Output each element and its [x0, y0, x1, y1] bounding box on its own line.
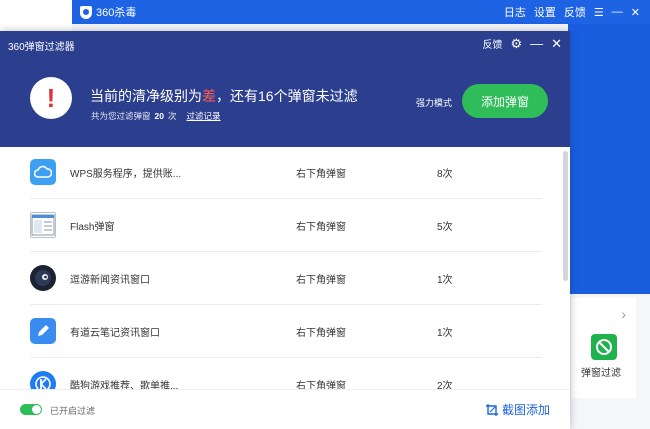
- status-headline: 当前的清净级别为差，还有16个弹窗未过滤: [90, 86, 358, 106]
- summary-count: 20: [154, 111, 164, 121]
- popup-count: 1次: [437, 275, 453, 286]
- menu-settings[interactable]: 设置: [534, 4, 556, 20]
- crop-icon: [486, 403, 498, 416]
- popup-list: WPS服务程序，提供账... 右下角弹窗 8次 Flash弹窗 右下角弹窗 5次…: [0, 147, 570, 389]
- list-item[interactable]: 有道云笔记资讯窗口 右下角弹窗 1次: [30, 306, 542, 358]
- summary-unit: 次: [167, 111, 177, 121]
- kugou-icon: [30, 371, 56, 389]
- popup-name: Flash弹窗: [70, 222, 115, 233]
- add-popup-button[interactable]: 添加弹窗: [462, 84, 548, 118]
- background-blue-panel: [568, 24, 650, 294]
- filter-toggle[interactable]: [20, 404, 42, 415]
- youdao-note-icon: [30, 318, 56, 344]
- popup-type: 右下角弹窗: [296, 222, 346, 233]
- list-item[interactable]: WPS服务程序，提供账... 右下角弹窗 8次: [30, 147, 542, 199]
- strong-mode-label[interactable]: 强力模式: [416, 96, 452, 109]
- background-app-title: 360杀毒: [80, 4, 136, 20]
- background-app-title-text: 360杀毒: [96, 7, 137, 19]
- dialog-feedback-link[interactable]: 反馈: [482, 36, 502, 51]
- headline-prefix: 当前的清净级别为: [90, 88, 202, 104]
- filter-toggle-label: 已开启过滤: [50, 406, 96, 416]
- hamburger-menu-icon[interactable]: ☰: [594, 6, 604, 19]
- chevron-right-icon[interactable]: ›: [621, 306, 626, 322]
- screenshot-add-button[interactable]: 截图添加: [486, 401, 550, 418]
- minimize-icon[interactable]: —: [530, 37, 543, 50]
- popup-filter-tool-icon[interactable]: [591, 334, 617, 360]
- summary-prefix: 共为您过滤弹窗: [91, 111, 151, 121]
- flash-window-icon: [30, 212, 56, 238]
- popup-count: 5次: [437, 222, 453, 233]
- popup-name: WPS服务程序，提供账...: [70, 169, 182, 180]
- dialog-title: 360弹窗过滤器: [8, 42, 75, 53]
- popup-type: 右下角弹窗: [296, 328, 346, 339]
- list-item[interactable]: Flash弹窗 右下角弹窗 5次: [30, 200, 542, 252]
- clean-level-value: 差: [202, 88, 216, 104]
- popup-type: 右下角弹窗: [296, 381, 346, 389]
- douyou-icon: [30, 265, 56, 291]
- minimize-icon[interactable]: —: [612, 6, 623, 18]
- popup-type: 右下角弹窗: [296, 275, 346, 286]
- gear-icon[interactable]: ⚙: [510, 37, 522, 50]
- close-icon[interactable]: ✕: [551, 37, 562, 50]
- headline-suffix: ，还有16个弹窗未过滤: [216, 88, 358, 104]
- exclamation-icon: !: [46, 83, 56, 113]
- popup-name: 有道云笔记资讯窗口: [70, 328, 160, 339]
- menu-feedback[interactable]: 反馈: [564, 4, 586, 20]
- popup-count: 1次: [437, 328, 453, 339]
- filter-summary: 共为您过滤弹窗 20 次 过滤记录: [91, 110, 221, 122]
- wps-cloud-icon: [30, 159, 56, 185]
- dialog-controls: 反馈 ⚙ — ✕: [482, 36, 562, 51]
- shield-icon: [80, 5, 92, 19]
- background-tool-card[interactable]: › 弹窗过滤: [570, 298, 636, 398]
- background-titlebar: 360杀毒 日志 设置 反馈 ☰ — ✕: [72, 0, 650, 24]
- menu-log[interactable]: 日志: [504, 4, 526, 20]
- popup-filter-tool-label[interactable]: 弹窗过滤: [581, 364, 621, 379]
- list-scrollbar[interactable]: [563, 151, 568, 281]
- screenshot-add-label[interactable]: 截图添加: [502, 401, 550, 418]
- close-icon[interactable]: ✕: [631, 6, 640, 19]
- background-menu: 日志 设置 反馈 ☰ — ✕: [504, 4, 640, 20]
- popup-count: 2次: [437, 381, 453, 389]
- list-item[interactable]: 酷狗游戏推荐、歌单推... 右下角弹窗 2次: [30, 359, 542, 389]
- dialog-footer: 已开启过滤 截图添加: [0, 389, 570, 429]
- popup-name: 逗游新闻资讯窗口: [70, 275, 150, 286]
- alert-icon: !: [30, 77, 72, 119]
- popup-name: 酷狗游戏推荐、歌单推...: [70, 381, 179, 389]
- popup-type: 右下角弹窗: [296, 169, 346, 180]
- popup-filter-dialog: 360弹窗过滤器 反馈 ⚙ — ✕ ! 当前的清净级别为差，还有16个弹窗未过滤…: [0, 31, 570, 429]
- list-item[interactable]: 逗游新闻资讯窗口 右下角弹窗 1次: [30, 253, 542, 305]
- dialog-header: 360弹窗过滤器 反馈 ⚙ — ✕ ! 当前的清净级别为差，还有16个弹窗未过滤…: [0, 31, 570, 147]
- popup-count: 8次: [437, 169, 453, 180]
- filter-history-link[interactable]: 过滤记录: [187, 110, 221, 122]
